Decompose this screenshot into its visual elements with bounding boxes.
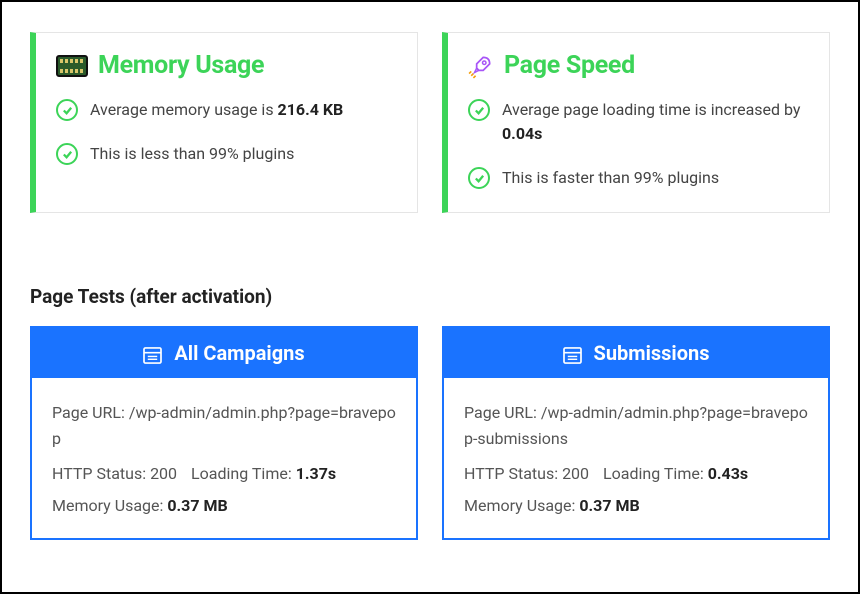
check-circle-icon [56, 99, 78, 121]
ram-chip-icon [56, 55, 88, 77]
page-tests-section-title: Page Tests (after activation) [30, 285, 830, 308]
test-memory-usage: Memory Usage: 0.37 MB [464, 493, 808, 519]
test-http-status: HTTP Status: 200 [52, 461, 177, 487]
memory-usage-card: Memory Usage Average memory usage is 216… [30, 32, 418, 213]
page-speed-average-text: Average page loading time is increased b… [502, 98, 809, 146]
test-stats-row: HTTP Status: 200 Loading Time: 1.37s [52, 461, 396, 487]
test-card-body: Page URL: /wp-admin/admin.php?page=brave… [32, 378, 416, 538]
memory-usage-title: Memory Usage [98, 51, 264, 80]
browser-window-icon [563, 345, 582, 362]
test-card-header: All Campaigns [32, 328, 416, 378]
test-card-title: All Campaigns [174, 341, 304, 365]
page-speed-comparison-line: This is faster than 99% plugins [468, 166, 809, 190]
check-circle-icon [468, 167, 490, 189]
test-loading-time: Loading Time: 1.37s [191, 461, 336, 487]
test-stats-row: HTTP Status: 200 Loading Time: 0.43s [464, 461, 808, 487]
test-card-header: Submissions [444, 328, 828, 378]
memory-usage-title-row: Memory Usage [56, 51, 397, 80]
check-circle-icon [468, 99, 490, 121]
rocket-icon [468, 53, 494, 79]
memory-usage-average-text: Average memory usage is 216.4 KB [90, 98, 397, 122]
page-speed-average-line: Average page loading time is increased b… [468, 98, 809, 146]
browser-window-icon [143, 345, 162, 362]
test-memory-usage: Memory Usage: 0.37 MB [52, 493, 396, 519]
memory-usage-comparison-line: This is less than 99% plugins [56, 142, 397, 166]
page-speed-title: Page Speed [504, 51, 635, 80]
test-card-body: Page URL: /wp-admin/admin.php?page=brave… [444, 378, 828, 538]
test-card-title: Submissions [594, 341, 710, 365]
check-circle-icon [56, 143, 78, 165]
page-speed-card: Page Speed Average page loading time is … [442, 32, 830, 213]
page-speed-comparison-text: This is faster than 99% plugins [502, 166, 809, 190]
test-http-status: HTTP Status: 200 [464, 461, 589, 487]
test-card-submissions: Submissions Page URL: /wp-admin/admin.ph… [442, 326, 830, 540]
test-page-url: Page URL: /wp-admin/admin.php?page=brave… [464, 400, 808, 451]
test-loading-time: Loading Time: 0.43s [603, 461, 748, 487]
test-page-url: Page URL: /wp-admin/admin.php?page=brave… [52, 400, 396, 451]
test-card-all-campaigns: All Campaigns Page URL: /wp-admin/admin.… [30, 326, 418, 540]
page-speed-title-row: Page Speed [468, 51, 809, 80]
memory-usage-average-line: Average memory usage is 216.4 KB [56, 98, 397, 122]
memory-usage-comparison-text: This is less than 99% plugins [90, 142, 397, 166]
